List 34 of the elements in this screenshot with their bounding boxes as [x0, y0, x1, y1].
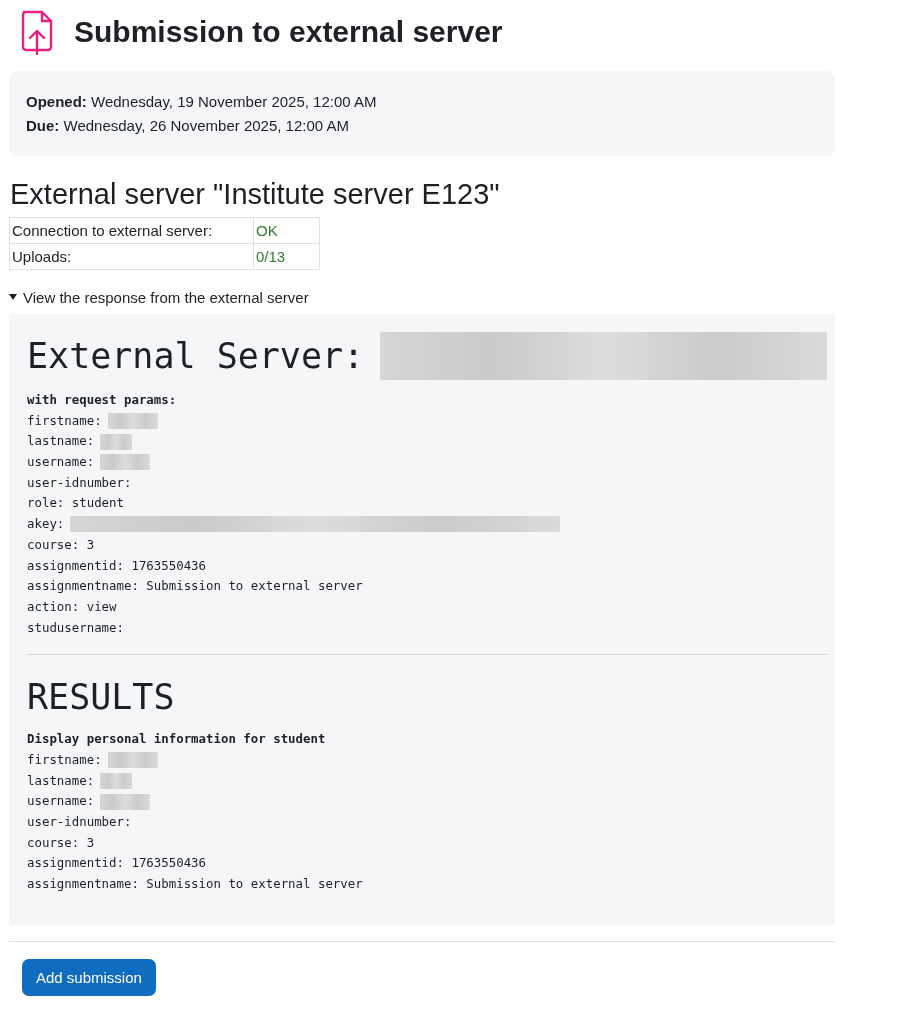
result-line: assignmentid: 1763550436: [27, 854, 207, 873]
table-cell: OK: [253, 217, 320, 244]
param-line: user-idnumber:: [27, 473, 132, 492]
table-cell: 0/13: [253, 243, 320, 270]
table-cell: Uploads:: [9, 243, 254, 270]
param-line: username:: [27, 453, 95, 472]
result-line: user-idnumber:: [27, 813, 132, 832]
param-line: akey:: [27, 515, 65, 534]
param-line: course: 3: [27, 535, 95, 554]
date-line: Due: Wednesday, 26 November 2025, 12:00 AM: [26, 116, 350, 136]
param-line: action: view: [27, 597, 117, 616]
page-title: Submission to external server: [74, 15, 503, 49]
result-line: username:: [27, 792, 95, 811]
table-cell: Connection to external server:: [9, 217, 254, 244]
triangle-icon: [9, 293, 17, 301]
param-line: lastname:: [27, 432, 95, 451]
file-upload-icon: [20, 9, 54, 55]
param-line: firstname:: [27, 411, 102, 430]
param-line: role: student: [27, 494, 124, 513]
results-heading: RESULTS: [27, 676, 176, 720]
results-subheading: Display personal information for student: [27, 730, 327, 749]
date-line: Opened: Wednesday, 19 November 2025, 12:00 AM: [26, 92, 378, 112]
params-heading: with request params:: [27, 391, 178, 409]
result-line: course: 3: [27, 833, 95, 852]
param-line: assignmentid: 1763550436: [27, 556, 207, 575]
server-heading: External server "Institute server E123": [10, 178, 501, 211]
details-toggle[interactable]: View the response from the external server: [9, 287, 309, 307]
result-line: assignmentname: Submission to external server: [27, 875, 363, 894]
result-line: lastname:: [27, 771, 95, 790]
add-submission-button[interactable]: Add submission: [22, 958, 156, 996]
result-line: firstname:: [27, 750, 102, 769]
response-heading: External Server:: [27, 335, 365, 378]
param-line: assignmentname: Submission to external server: [27, 577, 363, 596]
param-line: studusername:: [27, 618, 124, 637]
